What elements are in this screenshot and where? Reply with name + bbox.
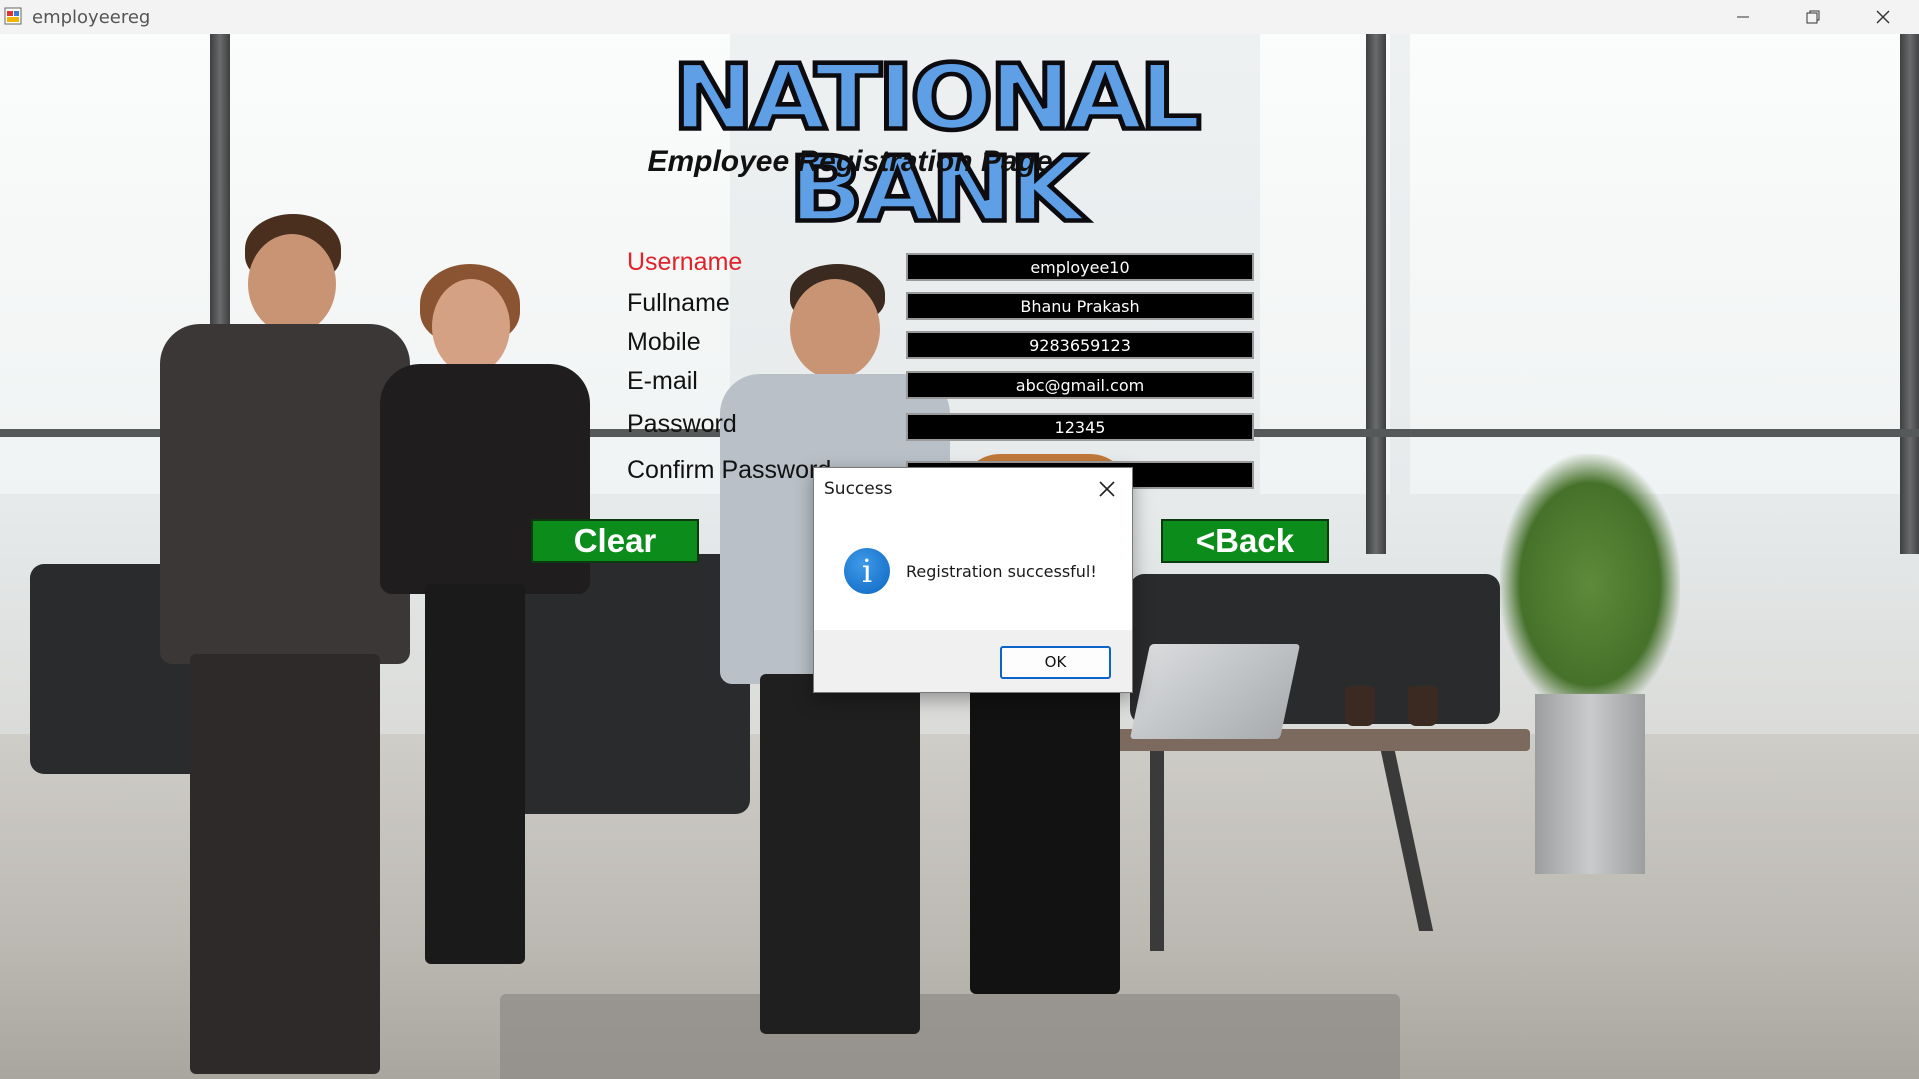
email-input[interactable]	[906, 371, 1254, 399]
fullname-input[interactable]	[906, 292, 1254, 320]
password-input[interactable]	[906, 413, 1254, 441]
window-title: employeereg	[32, 7, 151, 28]
dialog-title: Success	[824, 479, 893, 499]
email-label: E-mail	[627, 367, 698, 395]
info-icon: i	[844, 548, 890, 594]
minimize-button[interactable]	[1710, 0, 1776, 34]
national-bank-logo: NATIONAL BANK	[670, 45, 1204, 243]
mobile-label: Mobile	[627, 328, 701, 356]
close-icon	[1876, 10, 1890, 24]
confirm-password-label: Confirm Password	[627, 456, 832, 484]
ok-button[interactable]: OK	[1000, 646, 1111, 679]
fullname-label: Fullname	[627, 289, 730, 317]
minimize-icon	[1737, 16, 1749, 18]
dialog-message: Registration successful!	[906, 562, 1097, 581]
success-dialog: Success i Registration successful! OK	[813, 467, 1133, 693]
restore-icon	[1806, 10, 1820, 24]
dialog-close-button[interactable]	[1088, 472, 1126, 506]
username-input[interactable]	[906, 253, 1254, 281]
app-icon	[4, 7, 22, 25]
username-label: Username	[627, 248, 743, 276]
page-subtitle: Employee Registration Page	[647, 145, 1053, 178]
password-label: Password	[627, 410, 737, 438]
close-icon	[1099, 481, 1115, 497]
back-button[interactable]: <Back	[1161, 519, 1329, 563]
clear-button[interactable]: Clear	[531, 519, 699, 563]
window-title-bar: employeereg	[0, 0, 1919, 34]
mobile-input[interactable]	[906, 331, 1254, 359]
restore-button[interactable]	[1780, 0, 1846, 34]
close-window-button[interactable]	[1850, 0, 1916, 34]
